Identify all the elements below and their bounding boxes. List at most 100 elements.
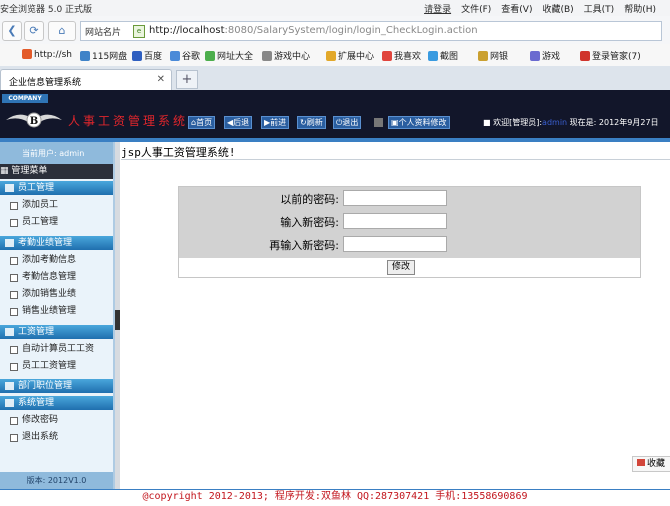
collect-label: 收藏	[647, 459, 666, 469]
sidebar-splitter[interactable]	[115, 142, 120, 490]
current-user-bar: 当前用户: admin	[0, 142, 113, 164]
section-department[interactable]: 部门职位管理	[0, 379, 113, 393]
url-path: :8080/SalarySystem/login/login_CheckLogi…	[224, 25, 478, 36]
refresh-icon[interactable]: ⟳	[24, 21, 44, 41]
sidebar-item-add-attendance[interactable]: 添加考勤信息	[0, 252, 113, 268]
company-badge: COMPANY	[2, 94, 48, 103]
menu-help[interactable]: 帮助(H)	[624, 2, 656, 15]
page-icon: e	[133, 25, 145, 38]
confirm-password-label: 再输入新密码:	[269, 239, 339, 252]
fav-item[interactable]: 网址大全	[205, 49, 253, 62]
login-link[interactable]: 请登录	[424, 2, 451, 15]
item-label: 员工工资管理	[22, 361, 77, 371]
menu-title: ▦ 管理菜单	[0, 164, 113, 179]
profile-edit-button[interactable]: ▣个人资料修改	[388, 116, 450, 129]
bentley-logo-icon: B	[6, 112, 62, 128]
fav-item[interactable]: 扩展中心	[326, 49, 374, 62]
app-header: COMPANY B 人事工资管理系统 ⌂首页 ◀后退 ▶前进 ↻刷新 ⏻退出 ▣…	[0, 90, 670, 138]
fav-label: 游戏中心	[274, 52, 311, 62]
section-employee[interactable]: 员工管理	[0, 181, 113, 195]
sidebar-item-attendance-manage[interactable]: 考勤信息管理	[0, 269, 113, 285]
refresh-button[interactable]: ↻刷新	[297, 116, 326, 129]
sidebar-item-salary-manage[interactable]: 员工工资管理	[0, 358, 113, 374]
refresh-label: 刷新	[306, 118, 323, 127]
new-tab-button[interactable]: +	[176, 70, 198, 89]
address-bar[interactable]: 网站名片 e http://localhost:8080/SalarySyste…	[80, 21, 662, 41]
address-toolbar: ❮ ⟳ ⌂ 网站名片 e http://localhost:8080/Salar…	[0, 16, 670, 45]
fav-icon	[382, 51, 392, 61]
menu-file[interactable]: 文件(F)	[461, 2, 491, 15]
fav-icon	[262, 51, 272, 61]
item-bullet-icon	[10, 291, 18, 299]
folder-icon	[5, 382, 14, 390]
sidebar-item-exit[interactable]: 退出系统	[0, 429, 113, 445]
fav-item[interactable]: 游戏中心	[262, 49, 310, 62]
section-system[interactable]: 系统管理	[0, 396, 113, 410]
sidebar: 当前用户: admin ▦ 管理菜单 员工管理 添加员工 员工管理 考勤业绩管理…	[0, 142, 115, 490]
sidebar-item-change-password[interactable]: 修改密码	[0, 412, 113, 428]
folder-icon	[5, 328, 14, 336]
fav-item[interactable]: 登录管家(7)	[580, 49, 641, 62]
folder-icon	[5, 184, 14, 192]
fav-item[interactable]: 截图	[428, 49, 458, 62]
section-salary[interactable]: 工资管理	[0, 325, 113, 339]
section-attendance[interactable]: 考勤业绩管理	[0, 236, 113, 250]
item-label: 添加员工	[22, 200, 59, 210]
sidebar-item-add-sales[interactable]: 添加销售业绩	[0, 286, 113, 302]
fav-item[interactable]: 我喜欢	[382, 49, 421, 62]
svg-text:B: B	[30, 116, 38, 127]
menu-view[interactable]: 查看(V)	[501, 2, 532, 15]
fav-icon	[170, 51, 180, 61]
breadcrumb: jsp人事工资管理系统!	[121, 142, 670, 160]
tab-bar: 企业信息管理系统 ✕ +	[0, 66, 670, 91]
old-password-input[interactable]	[343, 190, 447, 206]
section-label: 工资管理	[18, 327, 55, 337]
sidebar-item-employee-manage[interactable]: 员工管理	[0, 214, 113, 230]
close-icon[interactable]: ✕	[157, 74, 165, 85]
folder-icon	[5, 239, 14, 247]
welcome-prefix: 欢迎[管理员]:	[493, 118, 543, 127]
tab-active[interactable]: 企业信息管理系统 ✕	[0, 69, 172, 90]
home-icon[interactable]: ⌂	[48, 21, 76, 41]
fav-item[interactable]: 百度	[132, 49, 162, 62]
sidebar-item-sales-manage[interactable]: 销售业绩管理	[0, 303, 113, 319]
fav-item[interactable]: 谷歌	[170, 49, 200, 62]
site-card-label[interactable]: 网站名片	[85, 25, 121, 38]
menu-favorites[interactable]: 收藏(B)	[542, 2, 573, 15]
menu-tools[interactable]: 工具(T)	[584, 2, 615, 15]
back-button[interactable]: ◀后退	[224, 116, 253, 129]
fav-item[interactable]: 游戏	[530, 49, 560, 62]
fav-label: http://sh	[34, 50, 72, 60]
splitter-handle[interactable]	[115, 310, 120, 330]
submit-button[interactable]: 修改	[387, 260, 415, 275]
confirm-password-input[interactable]	[343, 236, 447, 252]
fav-icon	[80, 51, 90, 61]
back-label: 后退	[233, 118, 250, 127]
fav-label: 谷歌	[182, 52, 201, 62]
footer-copyright: @copyright 2012-2013; 程序开发:双鱼林 QQ:287307…	[0, 490, 670, 506]
item-bullet-icon	[10, 417, 18, 425]
back-arrow-icon[interactable]: ❮	[2, 21, 22, 41]
fav-label: 网址大全	[217, 52, 254, 62]
home-button[interactable]: ⌂首页	[188, 116, 216, 129]
item-bullet-icon	[10, 257, 18, 265]
system-title: 人事工资管理系统	[68, 114, 189, 128]
new-password-input[interactable]	[343, 213, 447, 229]
item-label: 考勤信息管理	[22, 272, 77, 282]
change-password-form: 以前的密码: 输入新密码: 再输入新密码: 修改	[178, 186, 641, 278]
fav-label: 115网盘	[92, 52, 128, 62]
logout-button[interactable]: ⏻退出	[333, 116, 362, 129]
fav-item[interactable]: http://sh	[22, 49, 72, 60]
forward-button[interactable]: ▶前进	[261, 116, 290, 129]
fav-label: 我喜欢	[394, 52, 422, 62]
fav-item[interactable]: 115网盘	[80, 49, 127, 62]
sidebar-item-add-employee[interactable]: 添加员工	[0, 197, 113, 213]
sidebar-item-calc-salary[interactable]: 自动计算员工工资	[0, 341, 113, 357]
url-text[interactable]: http://localhost:8080/SalarySystem/login…	[149, 25, 478, 36]
fav-label: 网银	[490, 52, 509, 62]
browser-menu: 请登录 文件(F) 查看(V) 收藏(B) 工具(T) 帮助(H)	[424, 2, 656, 15]
fav-item[interactable]: 网银	[478, 49, 508, 62]
menu-title-label: 管理菜单	[11, 166, 48, 176]
collect-button[interactable]: 收藏	[632, 456, 670, 472]
current-user: 当前用户: admin	[22, 149, 85, 158]
